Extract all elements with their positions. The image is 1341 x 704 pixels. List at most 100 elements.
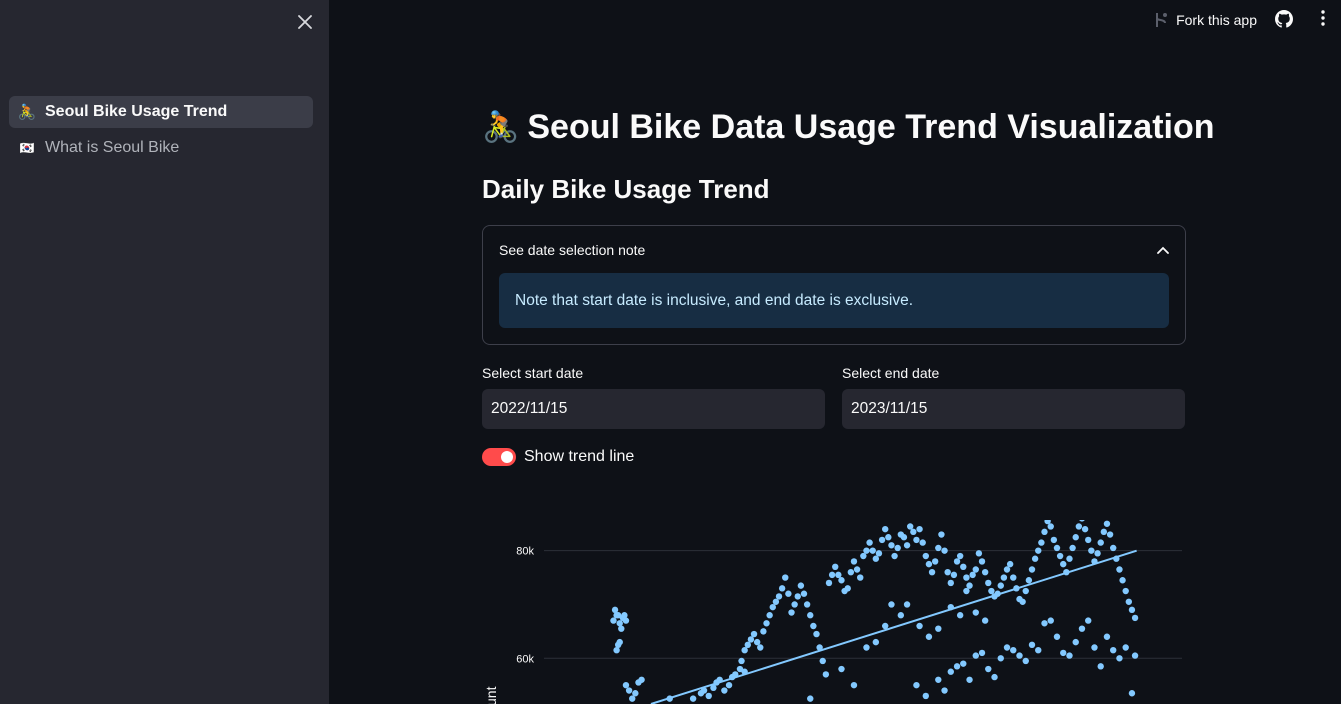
data-point [1010,646,1017,654]
data-point [769,603,776,611]
data-point [803,601,811,608]
data-point [978,649,986,657]
trend-line [650,549,1137,704]
data-point [1122,587,1129,595]
data-point [882,525,889,533]
data-point [1131,614,1139,622]
cyclist-icon: 🚴 [17,104,37,121]
data-point [975,550,983,557]
data-point [1050,536,1058,544]
data-point [1072,638,1079,646]
data-point [807,695,814,702]
kebab-menu-icon [1321,10,1325,26]
data-point [1078,625,1086,632]
data-point [782,574,789,581]
data-point [869,547,876,554]
data-point [1019,598,1026,605]
sidebar-item-what-is-seoul-bike[interactable]: 🇰🇷 What is Seoul Bike [9,132,313,164]
data-point [935,625,942,632]
data-point [1028,641,1036,649]
start-date-input[interactable] [482,389,825,429]
data-point [1091,644,1098,651]
data-point [725,681,733,689]
data-point [763,620,770,627]
data-point [1003,644,1011,651]
end-date-label: Select end date [842,365,940,381]
data-point [850,558,858,565]
data-point [947,579,954,587]
data-point [760,628,767,635]
data-point [1094,550,1101,557]
data-point [882,622,889,630]
toggle-label: Show trend line [524,448,635,465]
data-point [1116,655,1123,662]
sidebar-item-usage-trend[interactable]: 🚴 Seoul Bike Usage Trend [9,96,313,128]
toggle-knob [501,451,513,463]
data-point [1075,523,1083,530]
data-point [935,676,942,683]
expander-header[interactable]: See date selection note [499,240,1169,260]
data-point [1122,644,1129,651]
data-point [1110,544,1117,552]
data-point [1097,539,1104,546]
data-point [878,536,886,544]
data-point [638,676,645,683]
data-point [819,657,826,665]
data-point [919,539,926,546]
data-point [966,582,973,589]
data-point [857,574,864,581]
data-point [1079,520,1085,522]
info-note: Note that start date is inclusive, and e… [499,273,1169,328]
data-point [997,582,1004,589]
data-point [772,598,780,605]
data-point [916,622,923,630]
y-tick-label: 60k [516,653,534,665]
data-point [972,566,979,573]
data-point [1038,539,1045,546]
expander-label: See date selection note [499,242,646,258]
page-title-text: Seoul Bike Data Usage Trend Visualizatio… [527,108,1215,146]
data-point [1006,560,1014,568]
data-point [863,644,870,651]
data-point [705,692,712,700]
data-point [614,641,622,649]
data-point [925,633,933,640]
data-point [847,568,855,576]
data-point [956,612,964,619]
github-button[interactable] [1275,10,1295,30]
top-toolbar: Fork this app [1154,0,1341,40]
trend-line-toggle[interactable]: Show trend line [482,448,634,466]
close-sidebar-button[interactable] [293,10,317,34]
data-point [1088,547,1095,554]
korea-flag-icon: 🇰🇷 [19,141,35,155]
fork-icon [1156,13,1168,27]
data-point [775,593,783,600]
data-point [785,590,792,597]
toggle-switch[interactable] [482,448,516,466]
data-point [791,601,798,608]
data-point [938,531,945,538]
data-point [960,563,967,571]
end-date-input[interactable] [842,389,1185,429]
data-point [963,574,970,581]
data-point [825,579,833,587]
data-point [689,695,697,702]
data-point [838,577,845,584]
sidebar-item-label: What is Seoul Bike [45,139,180,156]
data-point [1053,544,1061,552]
data-point [753,638,761,646]
data-point [788,609,795,616]
data-point [981,617,989,624]
data-point [850,681,858,689]
data-point [778,585,786,592]
data-point [860,552,867,560]
data-point [1003,566,1011,573]
data-point [1125,598,1133,605]
data-point [835,571,842,579]
fork-app-button[interactable]: Fork this app [1154,12,1257,28]
data-point [981,568,989,576]
main-menu-button[interactable] [1313,10,1333,30]
data-point [1097,663,1104,670]
data-point [1100,528,1108,536]
data-point [750,630,758,638]
